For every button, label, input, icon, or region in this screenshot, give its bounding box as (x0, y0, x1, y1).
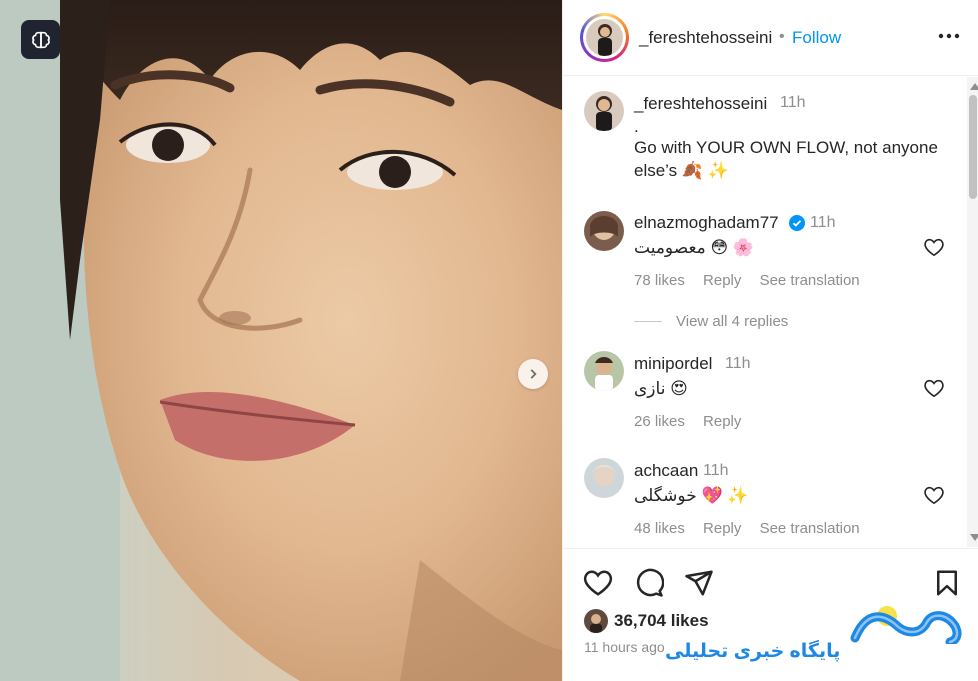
comment-username[interactable]: minipordel (634, 354, 712, 374)
comment-username[interactable]: elnazmoghadam77 (634, 213, 779, 233)
comments-scrollbar[interactable] (967, 77, 978, 547)
portrait-image (0, 0, 562, 681)
see-translation-button[interactable]: See translation (760, 520, 860, 537)
scroll-thumb[interactable] (969, 95, 977, 199)
see-translation-button[interactable]: See translation (760, 272, 860, 289)
caption-text: Go with YOUR OWN FLOW, not anyone else’s… (634, 138, 938, 180)
comment-icon[interactable] (634, 568, 664, 598)
comment-time: 11h (703, 462, 729, 479)
caption-time: 11h (780, 94, 806, 111)
comment-avatar[interactable] (584, 351, 624, 391)
comment-avatar[interactable] (584, 211, 624, 251)
comment-likes[interactable]: 78 likes (634, 272, 685, 289)
watermark-mark (850, 606, 962, 644)
bookmark-icon[interactable] (932, 568, 962, 598)
post-header: _fereshtehosseini • Follow (563, 0, 978, 76)
comment-likes[interactable]: 48 likes (634, 520, 685, 537)
view-replies-button[interactable]: View all 4 replies (676, 313, 788, 330)
more-horizontal-icon[interactable] (937, 26, 961, 46)
post-timestamp[interactable]: 11 hours ago (584, 639, 665, 655)
caption-line: . (634, 117, 639, 136)
comment-text: نازی 😍 (634, 379, 688, 398)
reply-button[interactable]: Reply (703, 520, 741, 537)
comment-meta: 26 likes Reply (634, 413, 755, 430)
heart-icon[interactable] (923, 485, 945, 505)
caption-avatar[interactable] (584, 91, 624, 131)
post-side-panel: _fereshtehosseini • Follow _fereshtehoss… (562, 0, 978, 681)
heart-icon[interactable] (923, 378, 945, 398)
comment-avatar[interactable] (584, 458, 624, 498)
scroll-up-arrow-icon[interactable] (970, 83, 978, 90)
comment-meta: 48 likes Reply See translation (634, 520, 874, 537)
comment-likes[interactable]: 26 likes (634, 413, 685, 430)
separator-dot: • (779, 28, 785, 45)
author-username[interactable]: _fereshtehosseini (639, 28, 772, 48)
watermark-text: پایگاه خبری تحلیلی (665, 641, 841, 662)
heart-icon[interactable] (583, 568, 613, 598)
reply-button[interactable]: Reply (703, 413, 741, 430)
replies-divider (634, 321, 662, 322)
watermark-logo: پایگاه خبری تحلیلی (665, 604, 965, 676)
liker-avatar (584, 609, 608, 633)
brain-icon[interactable] (21, 20, 60, 59)
comment-text: معصومیت 😳 🌸 (634, 238, 755, 257)
comments-list[interactable]: _fereshtehosseini 11h . Go with YOUR OWN… (563, 77, 967, 547)
comment-time: 11h (810, 214, 836, 231)
caption-username[interactable]: _fereshtehosseini (634, 94, 767, 114)
comment-time: 11h (725, 355, 751, 372)
scroll-down-arrow-icon[interactable] (970, 534, 978, 541)
heart-icon[interactable] (923, 237, 945, 257)
comment-text: خوشگلی 💖 ✨ (634, 486, 749, 505)
author-avatar[interactable] (580, 13, 629, 62)
follow-button[interactable]: Follow (792, 28, 841, 48)
share-icon[interactable] (684, 568, 714, 598)
post-photo[interactable] (0, 0, 562, 681)
comment-username[interactable]: achcaan (634, 461, 698, 481)
reply-button[interactable]: Reply (703, 272, 741, 289)
chevron-right-icon[interactable] (518, 359, 548, 389)
verified-badge-icon (789, 215, 805, 231)
comment-meta: 78 likes Reply See translation (634, 272, 874, 289)
